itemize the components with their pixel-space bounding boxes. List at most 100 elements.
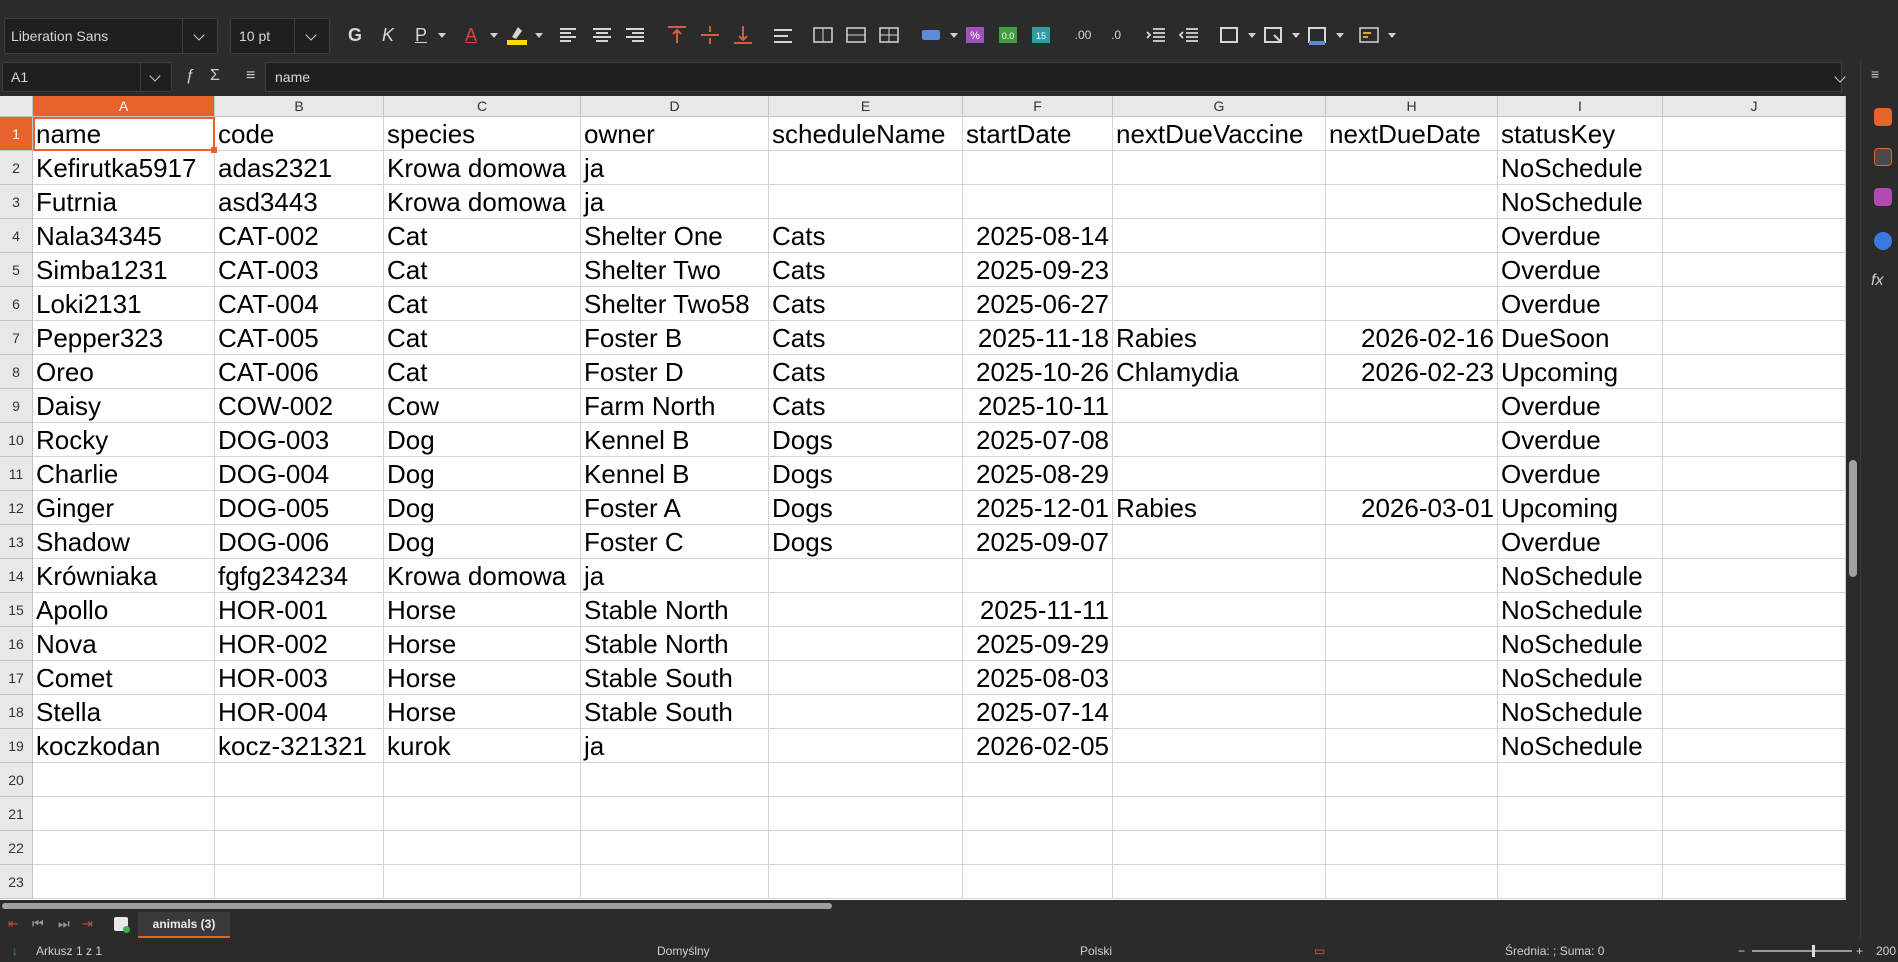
cell-f12[interactable]: 2025-12-01 [963, 491, 1113, 525]
cell-b5[interactable]: CAT-003 [215, 253, 384, 287]
cell-e22[interactable] [769, 831, 963, 865]
cell-a1[interactable]: name [33, 117, 217, 153]
row-header-22[interactable]: 22 [0, 831, 33, 865]
merge-cells-icon[interactable] [810, 22, 836, 48]
cell-a22[interactable] [33, 831, 215, 865]
cell-a10[interactable]: Rocky [33, 423, 215, 457]
row-header-14[interactable]: 14 [0, 559, 33, 593]
row-header-8[interactable]: 8 [0, 355, 33, 389]
cell-b23[interactable] [215, 865, 384, 899]
row-header-15[interactable]: 15 [0, 593, 33, 627]
cell-h23[interactable] [1326, 865, 1498, 899]
font-color-dropdown-icon[interactable] [490, 33, 498, 38]
cell-f11[interactable]: 2025-08-29 [963, 457, 1113, 491]
cell-h9[interactable] [1326, 389, 1498, 423]
cell-i6[interactable]: Overdue [1498, 287, 1663, 321]
outdent-icon[interactable] [1176, 22, 1202, 48]
cell-d14[interactable]: ja [581, 559, 769, 593]
cell-f6[interactable]: 2025-06-27 [963, 287, 1113, 321]
cell-c2[interactable]: Krowa domowa [384, 151, 581, 185]
cell-a16[interactable]: Nova [33, 627, 215, 661]
cell-g7[interactable]: Rabies [1113, 321, 1326, 355]
cell-f14[interactable] [963, 559, 1113, 593]
cell-a5[interactable]: Simba1231 [33, 253, 215, 287]
horizontal-scrollbar[interactable] [0, 900, 1846, 912]
align-middle-icon[interactable] [697, 22, 723, 48]
cell-f4[interactable]: 2025-08-14 [963, 219, 1113, 253]
cell-g1[interactable]: nextDueVaccine [1113, 117, 1326, 151]
cell-d15[interactable]: Stable North [581, 593, 769, 627]
cell-e13[interactable]: Dogs [769, 525, 963, 559]
cell-i13[interactable]: Overdue [1498, 525, 1663, 559]
cell-f23[interactable] [963, 865, 1113, 899]
cell-i4[interactable]: Overdue [1498, 219, 1663, 253]
cell-i16[interactable]: NoSchedule [1498, 627, 1663, 661]
zoom-slider-thumb[interactable] [1812, 945, 1815, 957]
cell-e6[interactable]: Cats [769, 287, 963, 321]
cell-a14[interactable]: Krówniaka [33, 559, 215, 593]
italic-button[interactable]: K [375, 22, 401, 48]
last-sheet-icon[interactable]: ⇥ [82, 916, 93, 932]
column-header-g[interactable]: G [1113, 96, 1326, 117]
cell-j15[interactable] [1663, 593, 1846, 627]
cell-a4[interactable]: Nala34345 [33, 219, 215, 253]
cell-h2[interactable] [1326, 151, 1498, 185]
column-header-j[interactable]: J [1663, 96, 1846, 117]
cell-j20[interactable] [1663, 763, 1846, 797]
vertical-scrollbar[interactable] [1846, 96, 1860, 900]
cell-i7[interactable]: DueSoon [1498, 321, 1663, 355]
date-format-icon[interactable]: 15 [1028, 22, 1054, 48]
cell-e3[interactable] [769, 185, 963, 219]
indent-icon[interactable] [1143, 22, 1169, 48]
cell-e21[interactable] [769, 797, 963, 831]
row-header-10[interactable]: 10 [0, 423, 33, 457]
cell-f7[interactable]: 2025-11-18 [963, 321, 1113, 355]
cell-d1[interactable]: owner [581, 117, 769, 151]
cell-g9[interactable] [1113, 389, 1326, 423]
cell-b9[interactable]: COW-002 [215, 389, 384, 423]
cell-g2[interactable] [1113, 151, 1326, 185]
align-center-icon[interactable] [589, 22, 615, 48]
cell-b11[interactable]: DOG-004 [215, 457, 384, 491]
cell-j6[interactable] [1663, 287, 1846, 321]
row-header-16[interactable]: 16 [0, 627, 33, 661]
cell-h14[interactable] [1326, 559, 1498, 593]
align-left-icon[interactable] [556, 22, 582, 48]
cell-f13[interactable]: 2025-09-07 [963, 525, 1113, 559]
cell-g21[interactable] [1113, 797, 1326, 831]
name-box-dropdown-icon[interactable] [140, 63, 171, 91]
cell-g11[interactable] [1113, 457, 1326, 491]
align-right-icon[interactable] [622, 22, 648, 48]
cell-i2[interactable]: NoSchedule [1498, 151, 1663, 185]
cell-g13[interactable] [1113, 525, 1326, 559]
cell-j11[interactable] [1663, 457, 1846, 491]
cell-i9[interactable]: Overdue [1498, 389, 1663, 423]
cell-e7[interactable]: Cats [769, 321, 963, 355]
add-decimal-icon[interactable]: .00 [1070, 22, 1096, 48]
row-header-17[interactable]: 17 [0, 661, 33, 695]
cell-d19[interactable]: ja [581, 729, 769, 763]
cell-b3[interactable]: asd3443 [215, 185, 384, 219]
cell-b7[interactable]: CAT-005 [215, 321, 384, 355]
cell-g14[interactable] [1113, 559, 1326, 593]
cell-b13[interactable]: DOG-006 [215, 525, 384, 559]
cell-j1[interactable] [1663, 117, 1846, 151]
cell-a23[interactable] [33, 865, 215, 899]
cell-b12[interactable]: DOG-005 [215, 491, 384, 525]
cell-c22[interactable] [384, 831, 581, 865]
cell-i21[interactable] [1498, 797, 1663, 831]
cell-c6[interactable]: Cat [384, 287, 581, 321]
cell-f17[interactable]: 2025-08-03 [963, 661, 1113, 695]
name-box[interactable]: A1 [2, 62, 172, 92]
border-style-dropdown-icon[interactable] [1292, 33, 1300, 38]
row-header-7[interactable]: 7 [0, 321, 33, 355]
previous-sheet-icon[interactable]: ⏮ [32, 916, 44, 932]
cell-j21[interactable] [1663, 797, 1846, 831]
cell-b1[interactable]: code [215, 117, 384, 151]
cell-g10[interactable] [1113, 423, 1326, 457]
gallery-icon[interactable] [1874, 188, 1892, 206]
cell-h17[interactable] [1326, 661, 1498, 695]
cell-h8[interactable]: 2026-02-23 [1326, 355, 1498, 389]
cell-d12[interactable]: Foster A [581, 491, 769, 525]
cell-b10[interactable]: DOG-003 [215, 423, 384, 457]
